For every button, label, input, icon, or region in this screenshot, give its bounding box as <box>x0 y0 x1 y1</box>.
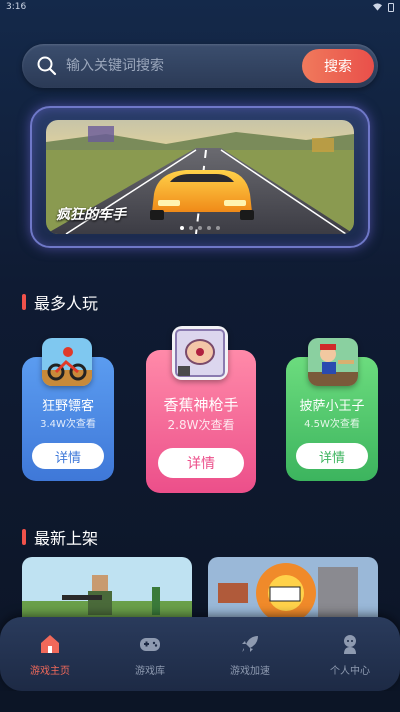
game-name: 披萨小王子 <box>299 399 365 414</box>
banner-dot[interactable] <box>198 226 202 230</box>
nav-item-home[interactable]: 游戏主页 <box>5 632 95 677</box>
game-views: 3.4W次查看 <box>40 419 96 430</box>
battery-icon <box>388 2 394 12</box>
banana-shooter-game-image <box>172 326 228 380</box>
banner-carousel[interactable]: 疯狂的车手 <box>46 120 354 234</box>
game-name: 香蕉神枪手 <box>163 396 239 414</box>
game-views: 4.5W次查看 <box>304 419 360 430</box>
section-header-popular: 最多人玩 <box>22 292 99 313</box>
game-icon-pizza-prince[interactable] <box>308 338 358 386</box>
banner-dots <box>46 226 354 230</box>
rocket-icon <box>242 635 258 652</box>
user-icon <box>344 634 356 654</box>
game-icon-motorbike[interactable] <box>42 338 92 386</box>
detail-button[interactable]: 详情 <box>32 443 104 469</box>
nav-label: 个人中心 <box>330 665 370 677</box>
status-icons <box>373 2 394 12</box>
game-views: 2.8W次查看 <box>167 418 235 432</box>
status-time: 3:16 <box>6 2 27 12</box>
nav-item-library[interactable]: 游戏库 <box>105 632 195 677</box>
banner-title: 疯狂的车手 <box>56 207 126 223</box>
banner-dot[interactable] <box>207 226 211 230</box>
section-title: 最多人玩 <box>34 294 99 313</box>
nav-item-accelerate[interactable]: 游戏加速 <box>205 632 295 677</box>
motorbike-game-image <box>42 338 92 386</box>
home-indicator-area <box>0 691 400 712</box>
nav-item-profile[interactable]: 个人中心 <box>305 632 395 677</box>
wifi-icon <box>373 3 382 11</box>
section-header-new: 最新上架 <box>22 527 99 548</box>
search-input[interactable] <box>66 52 306 80</box>
nav-label: 游戏主页 <box>30 665 70 677</box>
banner-dot[interactable] <box>189 226 193 230</box>
game-name: 狂野镖客 <box>41 399 94 414</box>
detail-button[interactable]: 详情 <box>158 448 244 478</box>
search-icon <box>37 56 57 76</box>
banner-dot[interactable] <box>180 226 184 230</box>
nav-label: 游戏库 <box>135 665 165 677</box>
section-accent-bar <box>22 529 26 545</box>
pizza-prince-game-image <box>308 338 358 386</box>
bottom-nav: 游戏主页 游戏库 游戏加速 个人中心 <box>0 617 400 691</box>
detail-button[interactable]: 详情 <box>296 443 368 469</box>
search-bar: 搜索 <box>22 44 378 88</box>
status-bar: 3:16 <box>0 0 400 14</box>
gamepad-icon <box>140 637 160 651</box>
game-icon-banana-shooter[interactable] <box>172 326 228 380</box>
nav-label: 游戏加速 <box>230 665 270 677</box>
section-title: 最新上架 <box>34 529 99 548</box>
search-button[interactable]: 搜索 <box>302 49 374 83</box>
banner-dot[interactable] <box>216 226 220 230</box>
home-icon <box>41 634 59 653</box>
section-accent-bar <box>22 294 26 310</box>
